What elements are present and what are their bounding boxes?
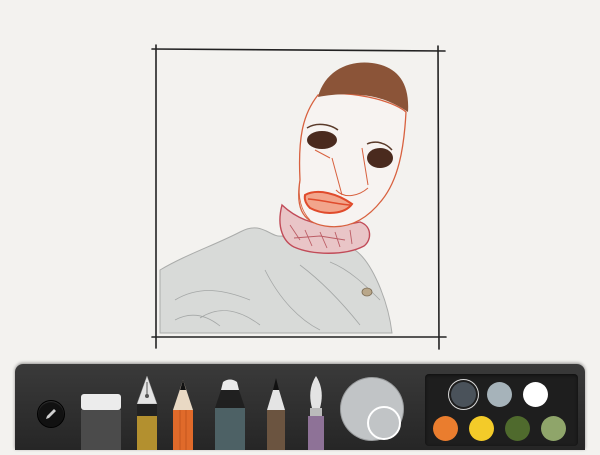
pencil-tool[interactable] — [170, 378, 196, 450]
palette-swatch[interactable] — [541, 416, 566, 441]
outline-pen-tool[interactable] — [263, 376, 289, 450]
marker-tool[interactable] — [211, 378, 249, 450]
tools-menu-button[interactable] — [37, 400, 65, 428]
palette-swatch[interactable] — [523, 382, 548, 407]
palette-swatch[interactable] — [469, 416, 494, 441]
brush-tool[interactable] — [303, 374, 329, 450]
right-eye — [367, 148, 393, 168]
marker-icon — [215, 379, 245, 450]
palette-swatch[interactable] — [487, 382, 512, 407]
drawing-canvas[interactable] — [0, 0, 600, 360]
left-eye — [307, 131, 337, 149]
sketch-portrait — [159, 62, 409, 334]
outline-pen-icon — [267, 378, 285, 450]
eraser-tool[interactable] — [79, 392, 123, 450]
palette-swatch[interactable] — [451, 382, 476, 407]
eraser-icon — [81, 394, 121, 450]
pencil-icon — [173, 380, 193, 450]
tool-tray — [15, 364, 585, 450]
fountain-pen-tool[interactable] — [133, 374, 161, 450]
palette-swatch[interactable] — [433, 416, 458, 441]
color-mixer-button[interactable] — [340, 377, 404, 441]
pencil-icon — [46, 409, 56, 419]
fountain-pen-icon — [136, 375, 158, 450]
brush-icon — [308, 376, 324, 450]
current-color-indicator — [367, 406, 401, 440]
jacket-button — [361, 287, 373, 297]
palette-swatch[interactable] — [505, 416, 530, 441]
color-palette — [425, 374, 578, 446]
